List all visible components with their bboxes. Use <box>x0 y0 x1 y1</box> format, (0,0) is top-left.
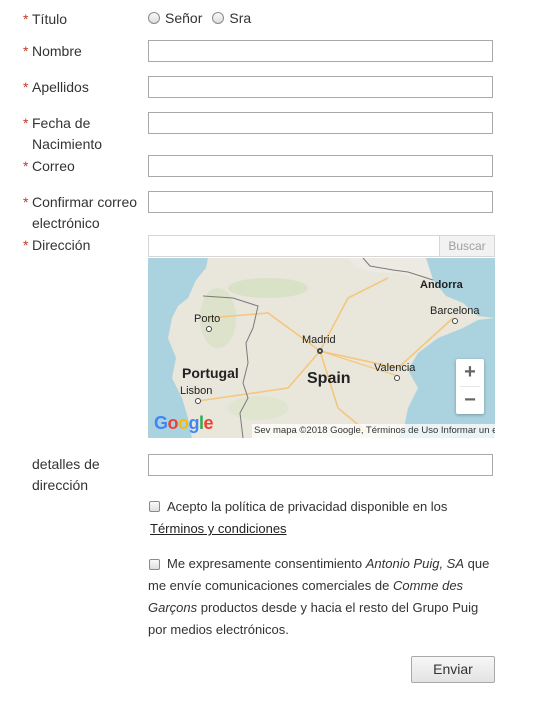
privacy-text: Acepto la política de privacidad disponi… <box>167 496 497 518</box>
map-city-andorra: Andorra <box>420 279 463 291</box>
map-city-lisbon: Lisbon <box>180 385 213 397</box>
radio-sra[interactable] <box>212 12 225 24</box>
address-details-label: detalles de dirección <box>32 456 100 493</box>
required-mark: * <box>23 11 29 27</box>
registration-form: * Título Señor Sra * Nombre * Apellidos … <box>0 0 533 712</box>
terms-link[interactable]: Términos y condiciones <box>150 521 287 536</box>
address-details-input[interactable] <box>148 454 493 476</box>
zoom-out-button[interactable]: − <box>456 387 484 414</box>
radio-senor[interactable] <box>148 12 160 24</box>
map-attribution[interactable]: Sev mapa ©2018 Google, Términos de Uso I… <box>252 424 495 438</box>
first-name-label: Nombre <box>32 43 82 59</box>
consent-company: Antonio Puig, SA <box>365 556 465 571</box>
required-mark: * <box>23 194 29 210</box>
address-search-button[interactable]: Buscar <box>439 235 495 257</box>
address-map[interactable]: Portugal Spain Andorra Porto Madrid Barc… <box>148 258 495 438</box>
map-city-madrid: Madrid <box>302 334 336 346</box>
required-mark: * <box>23 79 29 95</box>
map-city-dot-madrid <box>317 348 323 354</box>
consent-text: Me expresamente consentimiento Antonio P… <box>148 553 500 641</box>
required-mark: * <box>23 237 29 253</box>
map-city-barcelona: Barcelona <box>430 305 480 317</box>
map-country-spain: Spain <box>307 370 351 387</box>
email-label: Correo <box>32 158 75 174</box>
email-input[interactable] <box>148 155 493 177</box>
confirm-email-input[interactable] <box>148 191 493 213</box>
privacy-link-row: Términos y condiciones <box>150 518 500 540</box>
last-name-label: Apellidos <box>32 79 89 95</box>
privacy-checkbox[interactable] <box>149 501 160 512</box>
map-city-dot-lisbon <box>195 398 201 404</box>
google-logo: Google <box>154 413 214 433</box>
required-mark: * <box>23 43 29 59</box>
map-city-porto: Porto <box>194 313 221 325</box>
title-radio-group: Señor Sra <box>148 10 261 26</box>
submit-button[interactable]: Enviar <box>411 656 495 683</box>
address-label: Dirección <box>32 237 91 253</box>
map-city-dot-barcelona <box>452 318 458 324</box>
consent-part3: productos desde y hacia el resto del Gru… <box>148 600 479 637</box>
map-city-dot-valencia <box>394 375 400 381</box>
required-mark: * <box>23 158 29 174</box>
confirm-email-label: Confirmar correo electrónico <box>32 194 138 231</box>
birth-date-input[interactable] <box>148 112 493 134</box>
map-city-valencia: Valencia <box>374 362 416 374</box>
privacy-text-label: Acepto la política de privacidad disponi… <box>167 499 448 514</box>
zoom-in-button[interactable]: + <box>456 359 484 386</box>
first-name-input[interactable] <box>148 40 493 62</box>
radio-senor-label: Señor <box>165 10 203 26</box>
title-label: Título <box>32 11 68 27</box>
consent-part1: Me expresamente consentimiento <box>167 556 363 571</box>
birth-date-label: Fecha de Nacimiento <box>32 115 103 152</box>
address-search-input[interactable] <box>148 235 440 257</box>
radio-sra-label: Sra <box>229 10 252 26</box>
map-zoom-control: + − <box>456 359 484 414</box>
required-mark: * <box>23 115 29 131</box>
last-name-input[interactable] <box>148 76 493 98</box>
map-city-dot-porto <box>206 326 212 332</box>
map-country-portugal: Portugal <box>182 365 239 381</box>
